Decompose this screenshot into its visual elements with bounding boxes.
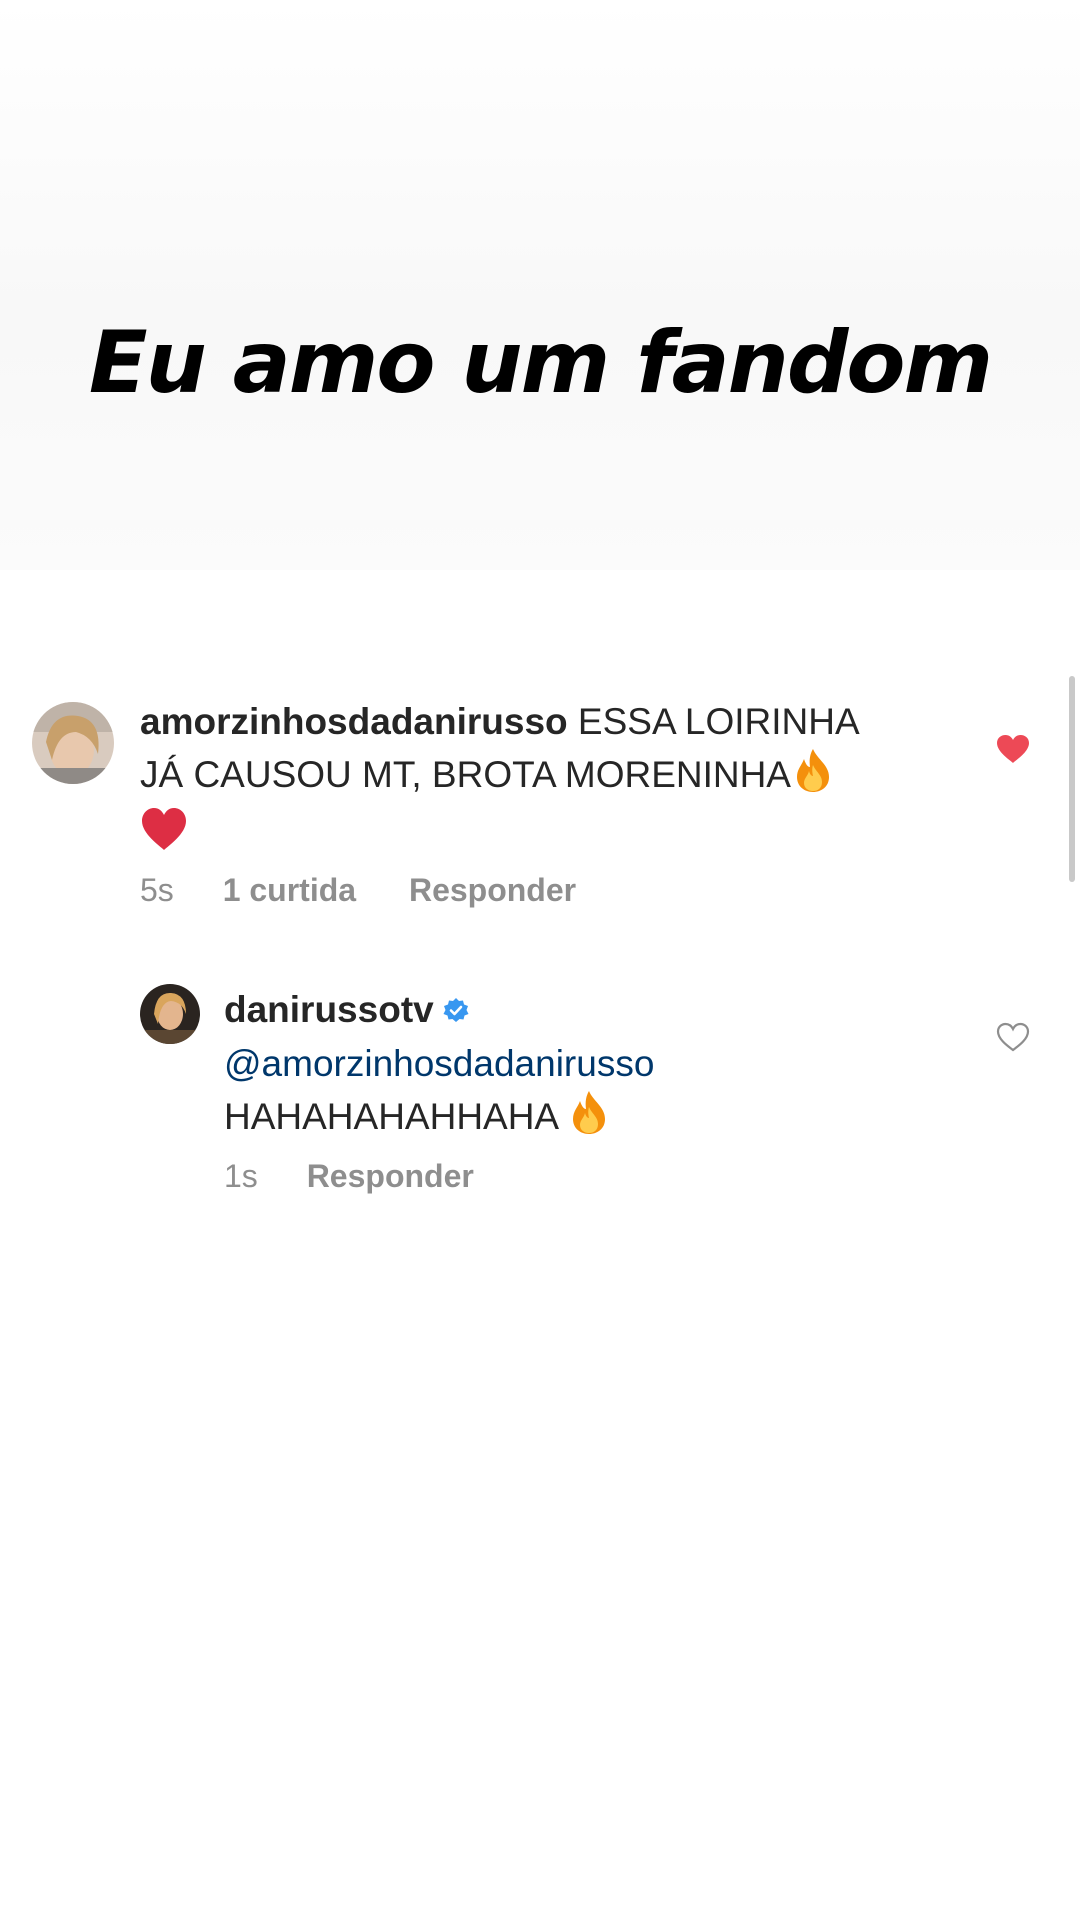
avatar[interactable] (32, 702, 114, 784)
comment-text: ESSA LOIRINHA (567, 701, 860, 742)
fire-emoji-icon (567, 1089, 611, 1148)
heart-filled-icon[interactable] (996, 734, 1030, 769)
comment-username[interactable]: amorzinhosdadanirusso (140, 701, 568, 742)
reply-meta: 1s Responder (224, 1158, 474, 1195)
comment-likes-count[interactable]: 1 curtida (223, 872, 356, 909)
reply-text: HAHAHAHAHHAHA (224, 1096, 568, 1137)
comment-meta: 5s 1 curtida Responder (140, 872, 576, 909)
reply-button[interactable]: Responder (307, 1158, 474, 1195)
reply-time: 1s (224, 1158, 258, 1194)
comment-time: 5s (140, 872, 174, 908)
mention-link[interactable]: @amorzinhosdadanirusso (224, 1043, 654, 1084)
reply-username[interactable]: danirussotv (224, 989, 434, 1030)
comment-text: JÁ CAUSOU MT, BROTA MORENINHA (140, 754, 791, 795)
fire-emoji-icon (791, 747, 835, 806)
story-headline: Eu amo um fandom (88, 313, 993, 413)
reply-body: danirussotv @amorzinhosdadanirusso HAHAH… (224, 984, 964, 1148)
avatar[interactable] (140, 984, 200, 1044)
scrollbar[interactable] (1069, 676, 1075, 882)
story-headline-area: Eu amo um fandom (0, 0, 1080, 570)
heart-outline-icon[interactable] (996, 1022, 1030, 1057)
comment-body: amorzinhosdadanirusso ESSA LOIRINHA JÁ C… (140, 696, 960, 865)
reply-button[interactable]: Responder (409, 872, 576, 909)
red-heart-emoji-icon (140, 806, 188, 865)
verified-badge-icon (442, 987, 470, 1038)
